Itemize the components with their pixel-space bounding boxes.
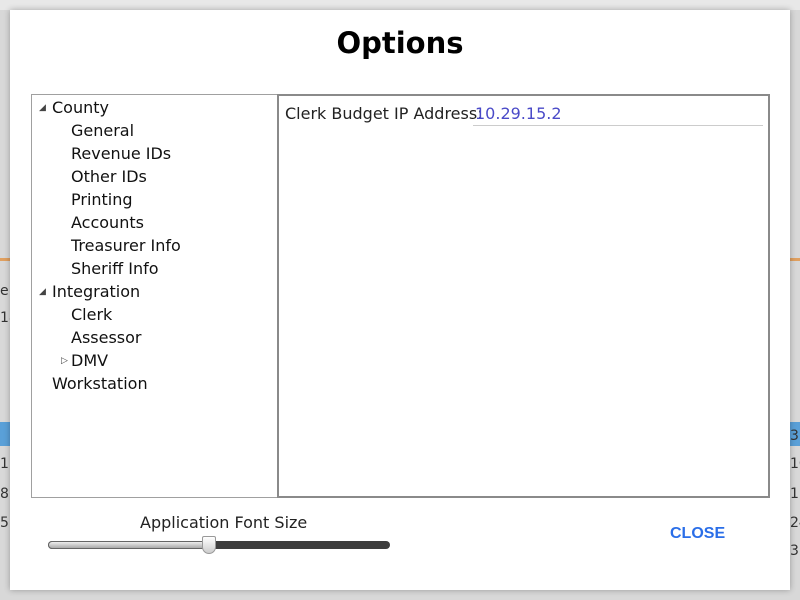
options-tree[interactable]: ◢ County General Revenue IDs Other IDs Printi…: [31, 94, 277, 498]
tree-item-revenue-ids[interactable]: Revenue IDs: [71, 144, 171, 163]
dialog-title: Options: [336, 26, 464, 60]
background-top: [0, 0, 800, 10]
tree-item-sheriff-info[interactable]: Sheriff Info: [71, 259, 159, 278]
tree-item-assessor[interactable]: Assessor: [71, 328, 142, 347]
settings-panel: Clerk Budget IP Address: 10.29.15.2: [277, 94, 770, 498]
tree-item-county[interactable]: County: [52, 98, 109, 117]
bg-text: 24: [790, 515, 800, 531]
tree-item-dmv[interactable]: DMV: [71, 351, 108, 370]
clerk-ip-input[interactable]: 10.29.15.2: [473, 104, 763, 126]
bg-text: 17: [790, 486, 800, 502]
font-size-slider[interactable]: [48, 536, 390, 554]
font-size-label: Application Font Size: [140, 513, 308, 532]
expanded-arrow-icon[interactable]: ◢: [39, 287, 46, 297]
clerk-ip-label: Clerk Budget IP Address:: [285, 104, 483, 123]
tree-item-general[interactable]: General: [71, 121, 134, 140]
tree-item-clerk[interactable]: Clerk: [71, 305, 112, 324]
collapsed-arrow-icon[interactable]: ▷: [61, 356, 68, 366]
slider-thumb[interactable]: [201, 536, 216, 554]
tree-item-printing[interactable]: Printing: [71, 190, 133, 209]
tree-item-integration[interactable]: Integration: [52, 282, 140, 301]
bg-text: 3: [790, 428, 799, 444]
close-button[interactable]: CLOSE: [670, 525, 725, 543]
bg-text: 8: [0, 486, 9, 502]
options-dialog: Options ◢ County General Revenue IDs Other I…: [10, 10, 790, 590]
bg-text: 5: [0, 515, 9, 531]
tree-item-treasurer-info[interactable]: Treasurer Info: [71, 236, 181, 255]
bg-text: 10: [790, 456, 800, 472]
expanded-arrow-icon[interactable]: ◢: [39, 103, 46, 113]
tree-item-other-ids[interactable]: Other IDs: [71, 167, 147, 186]
tree-item-workstation[interactable]: Workstation: [52, 374, 148, 393]
tree-item-accounts[interactable]: Accounts: [71, 213, 144, 232]
slider-fill: [48, 541, 209, 549]
bg-text: 1: [0, 456, 9, 472]
bg-text: e: [0, 283, 9, 299]
bg-text: 31: [790, 543, 800, 559]
